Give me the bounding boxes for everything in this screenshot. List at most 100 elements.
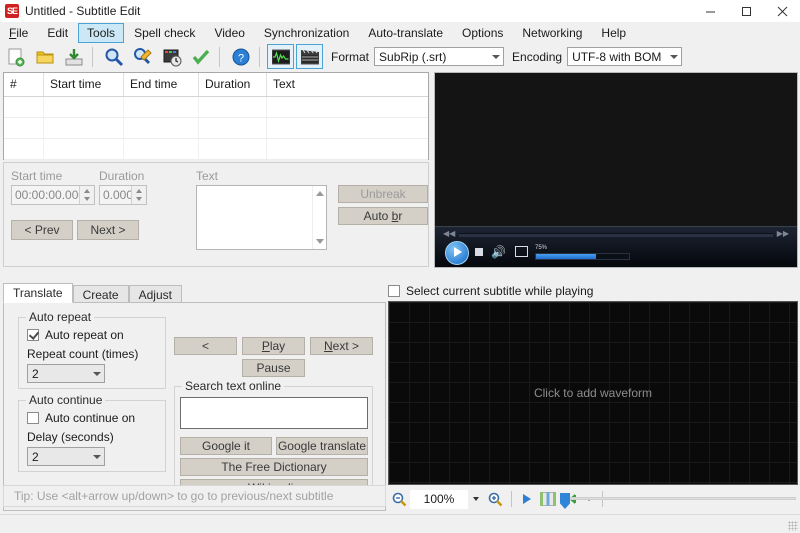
text-scrollbar[interactable] [312, 186, 326, 249]
menu-auto-translate[interactable]: Auto-translate [359, 23, 452, 43]
auto-continue-group: Auto continue Auto continue on Delay (se… [18, 393, 166, 472]
subtitle-text-input[interactable] [196, 185, 327, 250]
window-title: Untitled - Subtitle Edit [25, 4, 141, 18]
help-icon[interactable]: ? [227, 44, 254, 69]
chevron-down-icon-zoom[interactable] [473, 497, 479, 501]
video-toggle-icon[interactable] [296, 44, 323, 69]
close-icon[interactable] [764, 0, 800, 22]
zoom-level-value[interactable]: 100% [410, 489, 468, 509]
waveform-display[interactable]: Click to add waveform [388, 301, 798, 485]
video-seek-bar[interactable] [459, 233, 773, 237]
video-stop-button[interactable] [475, 248, 483, 256]
column-text[interactable]: Text [267, 73, 428, 96]
google-it-button[interactable]: Google it [180, 437, 272, 455]
start-time-input[interactable]: 00:00:00.000 [11, 185, 95, 205]
menu-edit[interactable]: Edit [38, 23, 77, 43]
tab-adjust[interactable]: Adjust [128, 285, 182, 303]
select-current-subtitle-label: Select current subtitle while playing [406, 284, 594, 298]
menu-bar: File Edit Tools Spell check Video Synchr… [0, 22, 800, 43]
auto-repeat-title: Auto repeat [26, 310, 95, 324]
format-label: Format [331, 49, 370, 64]
encoding-value: UTF-8 with BOM [572, 49, 662, 64]
minimize-icon[interactable] [692, 0, 728, 22]
chevron-down-icon-repeat [93, 371, 101, 376]
duration-input[interactable]: 0.000 [99, 185, 147, 205]
start-time-stepper[interactable] [79, 186, 94, 204]
menu-help[interactable]: Help [592, 23, 635, 43]
auto-repeat-checkbox[interactable]: Auto repeat on [27, 328, 124, 342]
subtitle-edit-panel: Start time 00:00:00.000 Duration 0.000 <… [3, 162, 429, 267]
search-online-group: Search text online Google it Google tran… [174, 379, 373, 499]
repeat-count-value: 2 [32, 366, 39, 381]
format-combo[interactable]: SubRip (.srt) [374, 47, 505, 66]
maximize-icon[interactable] [728, 0, 764, 22]
auto-repeat-checkbox-label: Auto repeat on [45, 328, 124, 342]
save-download-icon[interactable] [60, 44, 87, 69]
column-end-time[interactable]: End time [124, 73, 199, 96]
repeat-count-combo[interactable]: 2 [27, 364, 105, 383]
volume-slider[interactable]: 75% [535, 245, 630, 260]
play-icon[interactable] [517, 493, 537, 505]
new-subtitle-icon[interactable] [2, 44, 29, 69]
find-icon[interactable] [100, 44, 127, 69]
table-row[interactable] [4, 97, 428, 118]
waveform-toggle-icon[interactable] [267, 44, 294, 69]
zoom-out-icon[interactable] [388, 492, 410, 507]
next-button[interactable]: Next > [77, 220, 139, 240]
auto-continue-checkbox[interactable]: Auto continue on [27, 411, 135, 425]
search-input[interactable] [180, 397, 368, 429]
prev-subtitle-button[interactable]: < [174, 337, 237, 355]
volume-track[interactable] [535, 253, 630, 260]
menu-file[interactable]: File [0, 23, 37, 43]
sync-time-icon[interactable] [158, 44, 185, 69]
google-translate-button[interactable]: Google translate [276, 437, 368, 455]
seek-rewind-icon[interactable]: ◀◀ [443, 229, 455, 238]
unbreak-button[interactable]: Unbreak [338, 185, 428, 203]
auto-repeat-group: Auto repeat Auto repeat on Repeat count … [18, 310, 166, 389]
scene-change-icon[interactable] [537, 492, 559, 506]
menu-networking[interactable]: Networking [513, 23, 591, 43]
duration-stepper[interactable] [131, 186, 146, 204]
tab-create[interactable]: Create [72, 285, 129, 303]
spell-check-icon[interactable] [187, 44, 214, 69]
menu-tools[interactable]: Tools [78, 22, 125, 43]
replace-icon[interactable] [129, 44, 156, 69]
play-button[interactable]: Play [242, 337, 305, 355]
subtitle-list[interactable]: # Start time End time Duration Text [3, 72, 429, 160]
column-duration[interactable]: Duration [199, 73, 267, 96]
menu-spell-check[interactable]: Spell check [125, 23, 204, 43]
waveform-position-slider[interactable] [560, 493, 796, 509]
title-bar: SE Untitled - Subtitle Edit [0, 0, 800, 23]
delay-combo[interactable]: 2 [27, 447, 105, 466]
chevron-down-icon-2 [670, 54, 679, 59]
open-folder-icon[interactable] [31, 44, 58, 69]
video-player[interactable]: ◀◀ ▶▶ 🔊 75% [434, 72, 798, 268]
menu-options[interactable]: Options [453, 23, 512, 43]
table-row[interactable] [4, 139, 428, 160]
menu-synchronization[interactable]: Synchronization [255, 23, 358, 43]
video-play-button[interactable] [445, 241, 469, 265]
resize-grip[interactable] [788, 521, 798, 531]
chevron-down-icon-delay [93, 454, 101, 459]
svg-text:?: ? [237, 52, 243, 64]
volume-icon[interactable]: 🔊 [491, 246, 506, 258]
column-start-time[interactable]: Start time [44, 73, 124, 96]
auto-br-button[interactable]: Auto br [338, 207, 428, 225]
zoom-in-icon[interactable] [484, 492, 506, 507]
toolbar-separator-2 [219, 46, 220, 67]
pause-button[interactable]: Pause [242, 359, 305, 377]
seek-forward-icon[interactable]: ▶▶ [777, 229, 789, 238]
next-subtitle-button[interactable]: Next > [310, 337, 373, 355]
main-toolbar: ? Format SubRip (.srt) Encoding UTF-8 wi… [0, 43, 800, 70]
column-number[interactable]: # [4, 73, 44, 96]
menu-video[interactable]: Video [205, 23, 253, 43]
table-row[interactable] [4, 118, 428, 139]
encoding-combo[interactable]: UTF-8 with BOM [567, 47, 683, 66]
tab-translate[interactable]: Translate [3, 283, 73, 303]
fullscreen-icon[interactable] [515, 246, 528, 257]
prev-button[interactable]: < Prev [11, 220, 73, 240]
select-current-subtitle-checkbox[interactable]: Select current subtitle while playing [388, 284, 593, 298]
toolbar-separator [92, 46, 93, 67]
translate-tab-body: Auto repeat Auto repeat on Repeat count … [3, 302, 386, 511]
free-dictionary-button[interactable]: The Free Dictionary [180, 458, 368, 476]
